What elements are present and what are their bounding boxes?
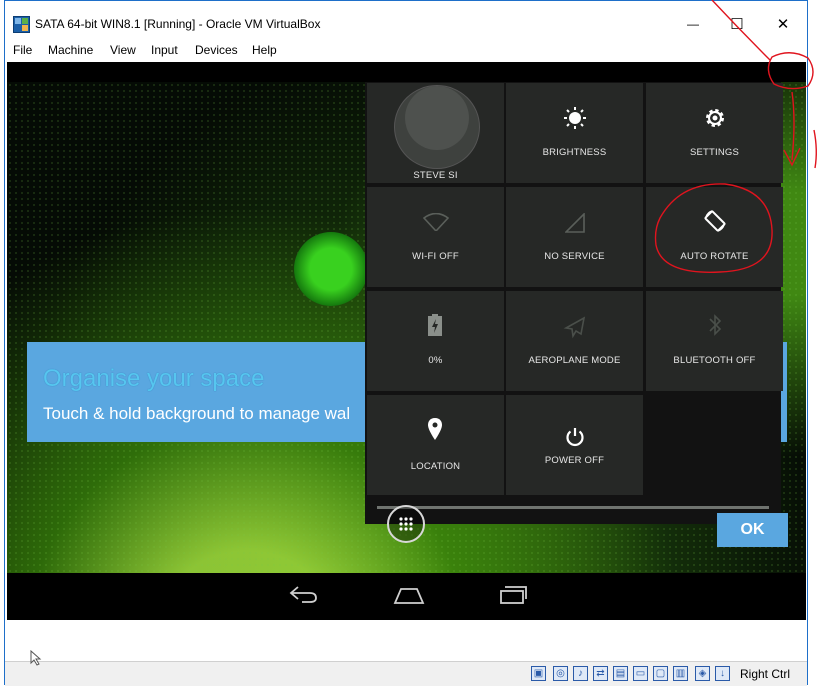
menu-file[interactable]: File (13, 43, 32, 57)
signal-tile[interactable]: NO SERVICE (506, 187, 643, 287)
title-bar: SATA 64-bit WIN8.1 [Running] - Oracle VM… (5, 1, 807, 39)
user-name: STEVE SI (413, 170, 458, 181)
close-icon: ✕ (776, 16, 790, 33)
network-icon[interactable]: ⇄ (593, 666, 608, 681)
cpu-icon[interactable]: ◈ (695, 666, 710, 681)
menu-machine[interactable]: Machine (48, 43, 93, 57)
host-key-label: Right Ctrl (740, 667, 791, 681)
apps-grid-icon (399, 517, 413, 531)
wifi-label: WI-FI OFF (412, 251, 459, 262)
location-tile[interactable]: LOCATION (367, 395, 504, 495)
aeroplane-tile[interactable]: AEROPLANE MODE (506, 291, 643, 391)
battery-label: 0% (428, 355, 443, 366)
menu-input[interactable]: Input (151, 43, 178, 57)
location-label: LOCATION (410, 461, 461, 472)
minimize-button[interactable]: — (671, 11, 715, 37)
close-button[interactable]: ✕ (761, 11, 805, 37)
display-icon[interactable]: ▢ (653, 666, 668, 681)
battery-icon (428, 314, 442, 336)
power-label: POWER OFF (544, 455, 605, 466)
maximize-button[interactable]: ☐ (715, 11, 759, 37)
gear-icon (706, 109, 724, 127)
maximize-icon: ☐ (730, 16, 744, 33)
hint-title: Organise your space (43, 365, 265, 392)
menu-help[interactable]: Help (252, 43, 277, 57)
menu-bar: File Machine View Input Devices Help (5, 39, 807, 61)
signal-label: NO SERVICE (544, 251, 605, 262)
auto-rotate-tile[interactable]: AUTO ROTATE (646, 187, 783, 287)
window-title: SATA 64-bit WIN8.1 [Running] - Oracle VM… (35, 17, 321, 31)
host-key-icon[interactable]: ↓ (715, 666, 730, 681)
virtualbox-app-icon (13, 16, 30, 33)
back-icon[interactable] (288, 583, 318, 605)
brightness-icon (564, 107, 586, 129)
usb-icon[interactable]: ▤ (613, 666, 628, 681)
audio-icon[interactable]: ♪ (573, 666, 588, 681)
power-tile[interactable]: POWER OFF (506, 395, 643, 495)
menu-devices[interactable]: Devices (195, 43, 238, 57)
bluetooth-tile[interactable]: BLUETOOTH OFF (646, 291, 783, 391)
aeroplane-label: AEROPLANE MODE (528, 355, 621, 366)
settings-tile[interactable]: SETTINGS (646, 83, 783, 183)
vm-screen[interactable]: Organise your space Touch & hold backgro… (7, 62, 806, 620)
menu-view[interactable]: View (110, 43, 136, 57)
hint-subtitle: Touch & hold background to manage wal (43, 404, 351, 423)
minimize-icon: — (687, 17, 699, 31)
brightness-label: BRIGHTNESS (542, 147, 607, 158)
quick-settings-panel: STEVE SI BRIGHTNESS SETTINGS WI-FI OFF N… (365, 82, 783, 524)
wifi-tile[interactable]: WI-FI OFF (367, 187, 504, 287)
battery-tile[interactable]: 0% (367, 291, 504, 391)
green-orb (294, 232, 368, 306)
auto-rotate-label: AUTO ROTATE (680, 251, 749, 262)
cd-icon[interactable]: ◎ (553, 666, 568, 681)
bluetooth-label: BLUETOOTH OFF (673, 355, 756, 366)
apps-button[interactable] (387, 505, 425, 543)
recents-icon[interactable] (499, 583, 527, 605)
vm-status-bar: ▣ ◎ ♪ ⇄ ▤ ▭ ▢ ▥ ◈ ↓ Right Ctrl (5, 661, 807, 686)
bluetooth-icon (709, 314, 722, 336)
location-icon (428, 418, 442, 440)
annotation-edge-mark (813, 129, 817, 169)
user-tile[interactable]: STEVE SI (367, 83, 504, 183)
panel-handle[interactable] (377, 506, 769, 509)
signal-icon (565, 213, 585, 233)
virtualbox-window: SATA 64-bit WIN8.1 [Running] - Oracle VM… (4, 0, 808, 686)
ok-button[interactable]: OK (717, 513, 788, 547)
wifi-icon (423, 213, 449, 231)
aeroplane-icon (563, 316, 586, 339)
shared-folder-icon[interactable]: ▭ (633, 666, 648, 681)
brightness-tile[interactable]: BRIGHTNESS (506, 83, 643, 183)
mouse-cursor-icon (30, 650, 42, 666)
hdd-icon[interactable]: ▣ (531, 666, 546, 681)
android-nav-bar (7, 573, 806, 620)
home-icon[interactable] (393, 583, 425, 605)
settings-label: SETTINGS (689, 147, 740, 158)
avatar (394, 85, 480, 169)
video-capture-icon[interactable]: ▥ (673, 666, 688, 681)
power-icon (566, 428, 584, 447)
rotate-icon (704, 210, 726, 232)
